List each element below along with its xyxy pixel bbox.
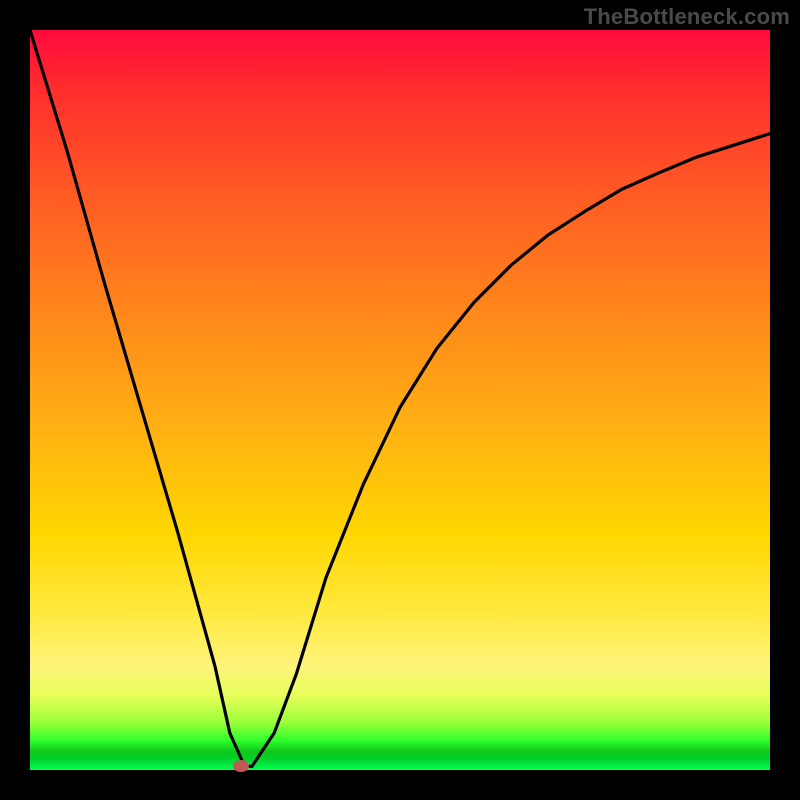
bottleneck-curve — [30, 30, 770, 770]
attribution-text: TheBottleneck.com — [584, 4, 790, 30]
plot-area — [30, 30, 770, 770]
chart-frame: TheBottleneck.com — [0, 0, 800, 800]
optimal-marker — [233, 760, 249, 772]
